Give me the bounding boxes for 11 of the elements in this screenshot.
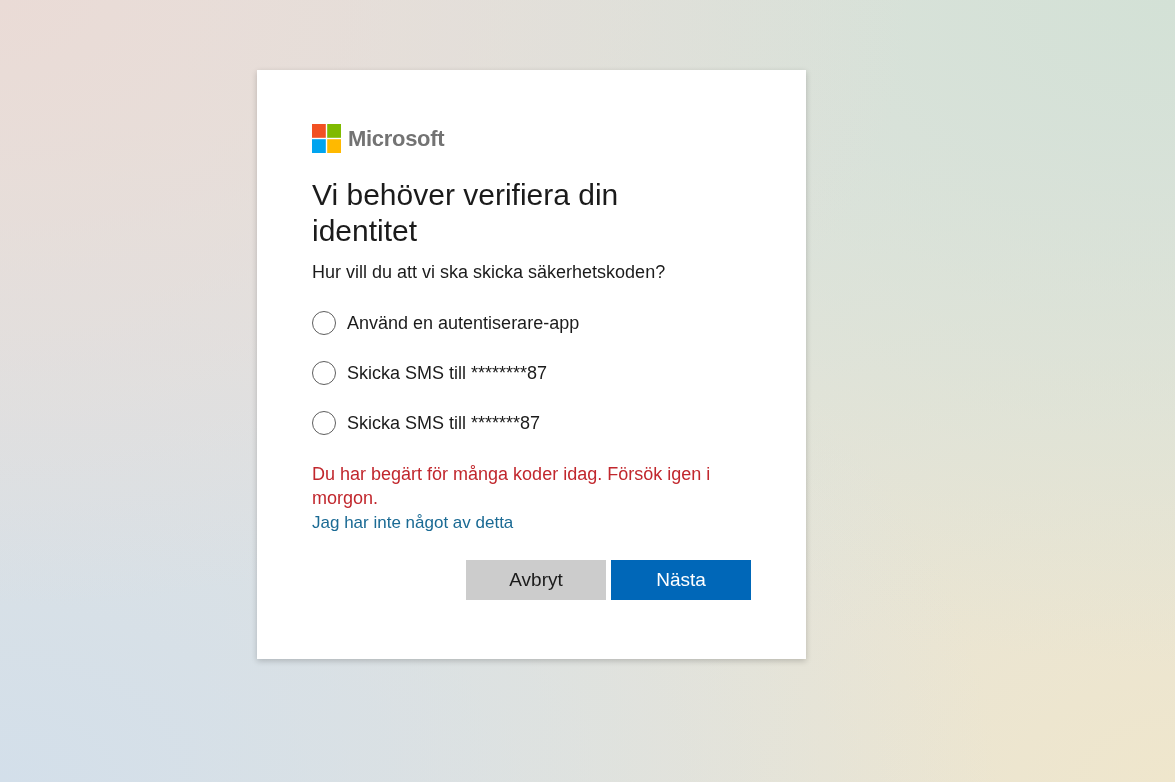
- no-options-link[interactable]: Jag har inte något av detta: [312, 513, 514, 533]
- error-message: Du har begärt för många koder idag. Försök igen i morgon.: [312, 463, 712, 510]
- four-squares-logo-icon: [312, 124, 341, 153]
- page-title: Vi behöver verifiera din identitet: [312, 177, 620, 249]
- option-label[interactable]: Använd en autentiserare-app: [347, 311, 580, 335]
- option-label[interactable]: Skicka SMS till *******87: [347, 411, 541, 435]
- cancel-button[interactable]: Avbryt: [466, 560, 606, 600]
- next-button[interactable]: Nästa: [611, 560, 751, 600]
- option-label[interactable]: Skicka SMS till ********87: [347, 361, 548, 385]
- prompt-text: Hur vill du att vi ska skicka säkerhetskoden?: [312, 261, 666, 284]
- brand-name: Microsoft: [348, 125, 445, 153]
